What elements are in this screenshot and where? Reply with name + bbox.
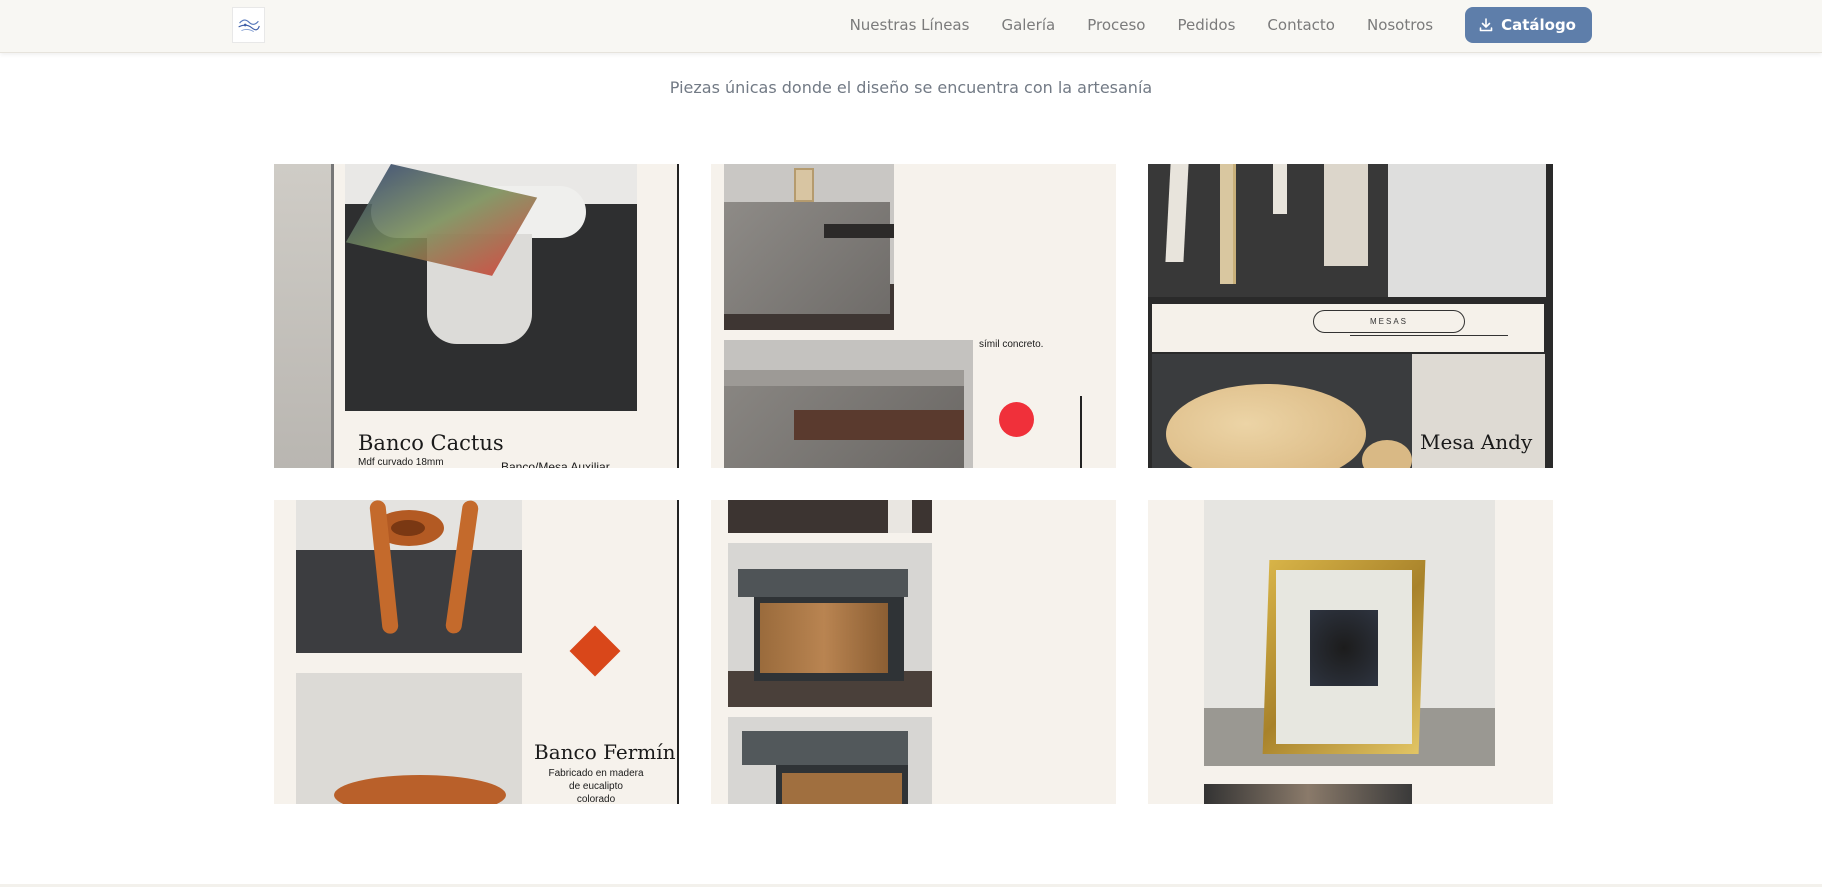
nav-galeria[interactable]: Galería	[1001, 16, 1055, 34]
card-title: Mesa Andy	[1420, 430, 1533, 454]
product-photo-bottom	[728, 717, 932, 804]
card-line2: de eucalipto	[569, 781, 623, 792]
card-title: Banco Fermín	[534, 740, 676, 764]
gallery-item-mesa-de-luz[interactable]	[711, 500, 1116, 804]
divider-line	[677, 164, 679, 468]
product-photo-bottom	[724, 340, 973, 468]
product-photo-bottom	[1204, 784, 1412, 804]
product-photo-top	[724, 164, 894, 330]
nav-nosotros[interactable]: Nosotros	[1367, 16, 1433, 34]
product-photo-frame	[1204, 500, 1495, 766]
gallery-item-mesa-andy[interactable]: MESAS Mesa Andy	[1148, 164, 1553, 468]
red-dot-decoration	[999, 402, 1034, 437]
card-line3: colorado	[576, 794, 616, 804]
nav-proceso[interactable]: Proceso	[1087, 16, 1145, 34]
card-line2: Banco/Mesa Auxiliar	[501, 460, 610, 468]
catalog-download-button[interactable]: Catálogo	[1465, 7, 1592, 43]
nav-lineas[interactable]: Nuestras Líneas	[850, 16, 970, 34]
card-line1: Fabricado en madera	[548, 768, 644, 779]
download-icon	[1479, 18, 1493, 32]
product-photo-middle	[728, 543, 932, 707]
mesas-pill: MESAS	[1313, 310, 1465, 333]
product-photo	[345, 164, 637, 411]
main-nav: Nuestras Líneas Galería Proceso Pedidos …	[850, 0, 1822, 50]
product-photo-bottom	[296, 673, 522, 804]
orange-diamond-decoration	[569, 625, 621, 677]
page-subtitle: Piezas únicas donde el diseño se encuent…	[669, 78, 1153, 97]
gallery-item-cuadro[interactable]	[1148, 500, 1553, 804]
gallery-item-banco-fermin[interactable]: Banco Fermín Fabricado en madera de euca…	[274, 500, 679, 804]
product-photo-wall	[1388, 164, 1546, 297]
product-photo-table	[1152, 354, 1412, 468]
divider-line	[677, 500, 679, 804]
logo[interactable]	[232, 7, 265, 43]
product-photo-legs	[1148, 164, 1388, 297]
gallery-item-banco-cactus[interactable]: Banco Cactus Mdf curvado 18mm Banco/Mesa…	[274, 164, 679, 468]
nav-contacto[interactable]: Contacto	[1267, 16, 1335, 34]
gallery-item-mueble-concreto[interactable]: símil concreto.	[711, 164, 1116, 468]
nav-pedidos[interactable]: Pedidos	[1177, 16, 1235, 34]
wall-shadow-photo	[274, 164, 331, 468]
card-title: Banco Cactus	[358, 431, 504, 455]
product-photo-top	[728, 500, 932, 533]
pill-underline	[1350, 335, 1508, 336]
card-caption: símil concreto.	[979, 339, 1044, 350]
divider-line	[1080, 396, 1082, 468]
catalog-label: Catálogo	[1501, 16, 1576, 34]
product-photo-top	[296, 500, 522, 653]
site-header: Nuestras Líneas Galería Proceso Pedidos …	[0, 0, 1822, 53]
photo-edge	[331, 164, 334, 468]
card-line1: Mdf curvado 18mm	[358, 457, 444, 468]
